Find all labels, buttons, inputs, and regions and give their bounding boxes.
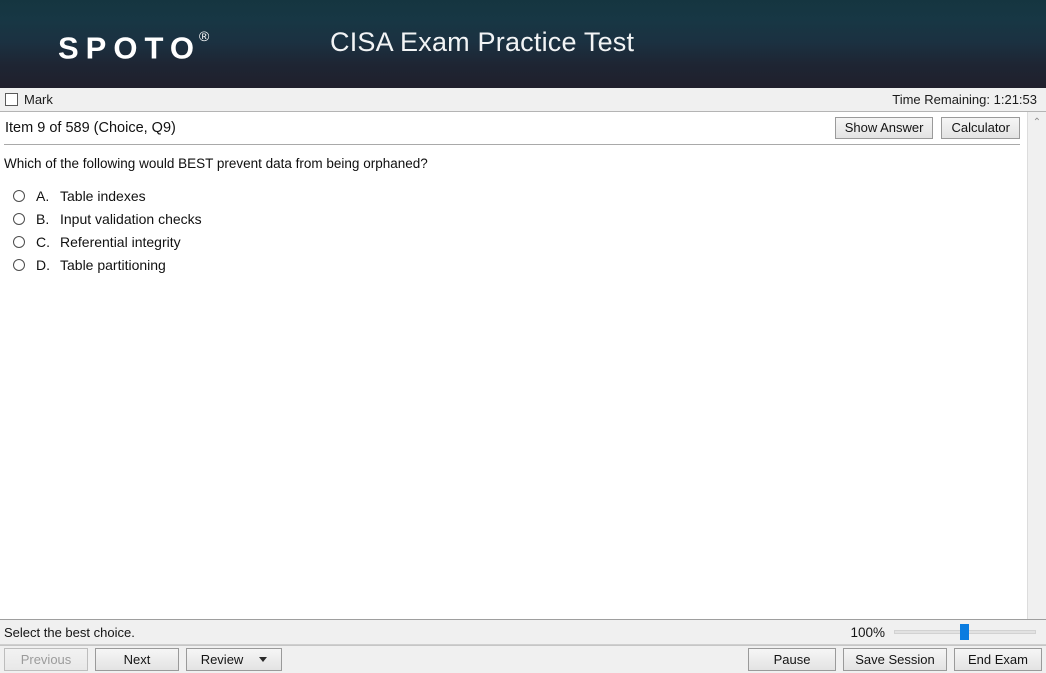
app-header: SPOTO® CISA Exam Practice Test bbox=[0, 0, 1046, 88]
radio-icon[interactable] bbox=[13, 235, 25, 248]
exam-window: SPOTO® CISA Exam Practice Test Mark Time… bbox=[0, 0, 1046, 673]
zoom-level: 100% bbox=[850, 624, 885, 640]
option-text: Table indexes bbox=[60, 187, 146, 204]
scroll-up-icon[interactable]: ⌃ bbox=[1029, 114, 1046, 131]
bottom-toolbar: Previous Next Review Pause Save Session … bbox=[0, 645, 1046, 673]
item-counter: Item 9 of 589 (Choice, Q9) bbox=[5, 120, 176, 136]
spoto-logo: SPOTO® bbox=[58, 22, 211, 68]
status-hint: Select the best choice. bbox=[4, 624, 135, 640]
chevron-down-icon bbox=[259, 657, 268, 662]
question-panel: Item 9 of 589 (Choice, Q9) Show Answer C… bbox=[0, 112, 1046, 619]
item-header-actions: Show Answer Calculator bbox=[834, 117, 1020, 139]
brand-text: SPOTO bbox=[58, 30, 201, 66]
option-letter: B. bbox=[36, 210, 50, 227]
review-button-label: Review bbox=[200, 652, 244, 667]
answer-option-c[interactable]: C. Referential integrity bbox=[4, 230, 1027, 253]
calculator-button[interactable]: Calculator bbox=[941, 117, 1020, 139]
zoom-slider[interactable] bbox=[894, 624, 1036, 640]
mark-checkbox-group[interactable]: Mark bbox=[5, 92, 53, 107]
status-bar: Select the best choice. 100% bbox=[0, 619, 1046, 645]
previous-button[interactable]: Previous bbox=[4, 648, 88, 671]
answer-option-a[interactable]: A. Table indexes bbox=[4, 184, 1027, 207]
vertical-scrollbar[interactable]: ⌃ bbox=[1027, 112, 1046, 619]
radio-icon[interactable] bbox=[13, 212, 25, 225]
option-text: Table partitioning bbox=[60, 256, 166, 273]
time-remaining: Time Remaining: 1:21:53 bbox=[892, 92, 1037, 107]
registered-trademark-icon: ® bbox=[198, 28, 210, 44]
option-text: Input validation checks bbox=[60, 210, 202, 227]
option-letter: C. bbox=[36, 233, 50, 250]
option-letter: D. bbox=[36, 256, 50, 273]
answer-options: A. Table indexes B. Input validation che… bbox=[0, 173, 1027, 276]
pause-button[interactable]: Pause bbox=[748, 648, 836, 671]
zoom-slider-thumb[interactable] bbox=[960, 624, 969, 640]
radio-icon[interactable] bbox=[13, 189, 25, 202]
item-header: Item 9 of 589 (Choice, Q9) Show Answer C… bbox=[0, 112, 1027, 144]
zoom-control: 100% bbox=[850, 624, 1036, 640]
review-button[interactable]: Review bbox=[186, 648, 282, 671]
page-title: CISA Exam Practice Test bbox=[330, 27, 635, 57]
radio-icon[interactable] bbox=[13, 258, 25, 271]
mark-label: Mark bbox=[24, 92, 53, 107]
mark-timer-bar: Mark Time Remaining: 1:21:53 bbox=[0, 88, 1046, 112]
next-button[interactable]: Next bbox=[95, 648, 179, 671]
question-body: Item 9 of 589 (Choice, Q9) Show Answer C… bbox=[0, 112, 1027, 619]
answer-option-b[interactable]: B. Input validation checks bbox=[4, 207, 1027, 230]
save-session-button[interactable]: Save Session bbox=[843, 648, 947, 671]
show-answer-button[interactable]: Show Answer bbox=[834, 117, 934, 139]
answer-option-d[interactable]: D. Table partitioning bbox=[4, 253, 1027, 276]
option-text: Referential integrity bbox=[60, 233, 181, 250]
question-text: Which of the following would BEST preven… bbox=[4, 156, 428, 171]
option-letter: A. bbox=[36, 187, 50, 204]
mark-checkbox[interactable] bbox=[5, 93, 18, 106]
end-exam-button[interactable]: End Exam bbox=[954, 648, 1042, 671]
